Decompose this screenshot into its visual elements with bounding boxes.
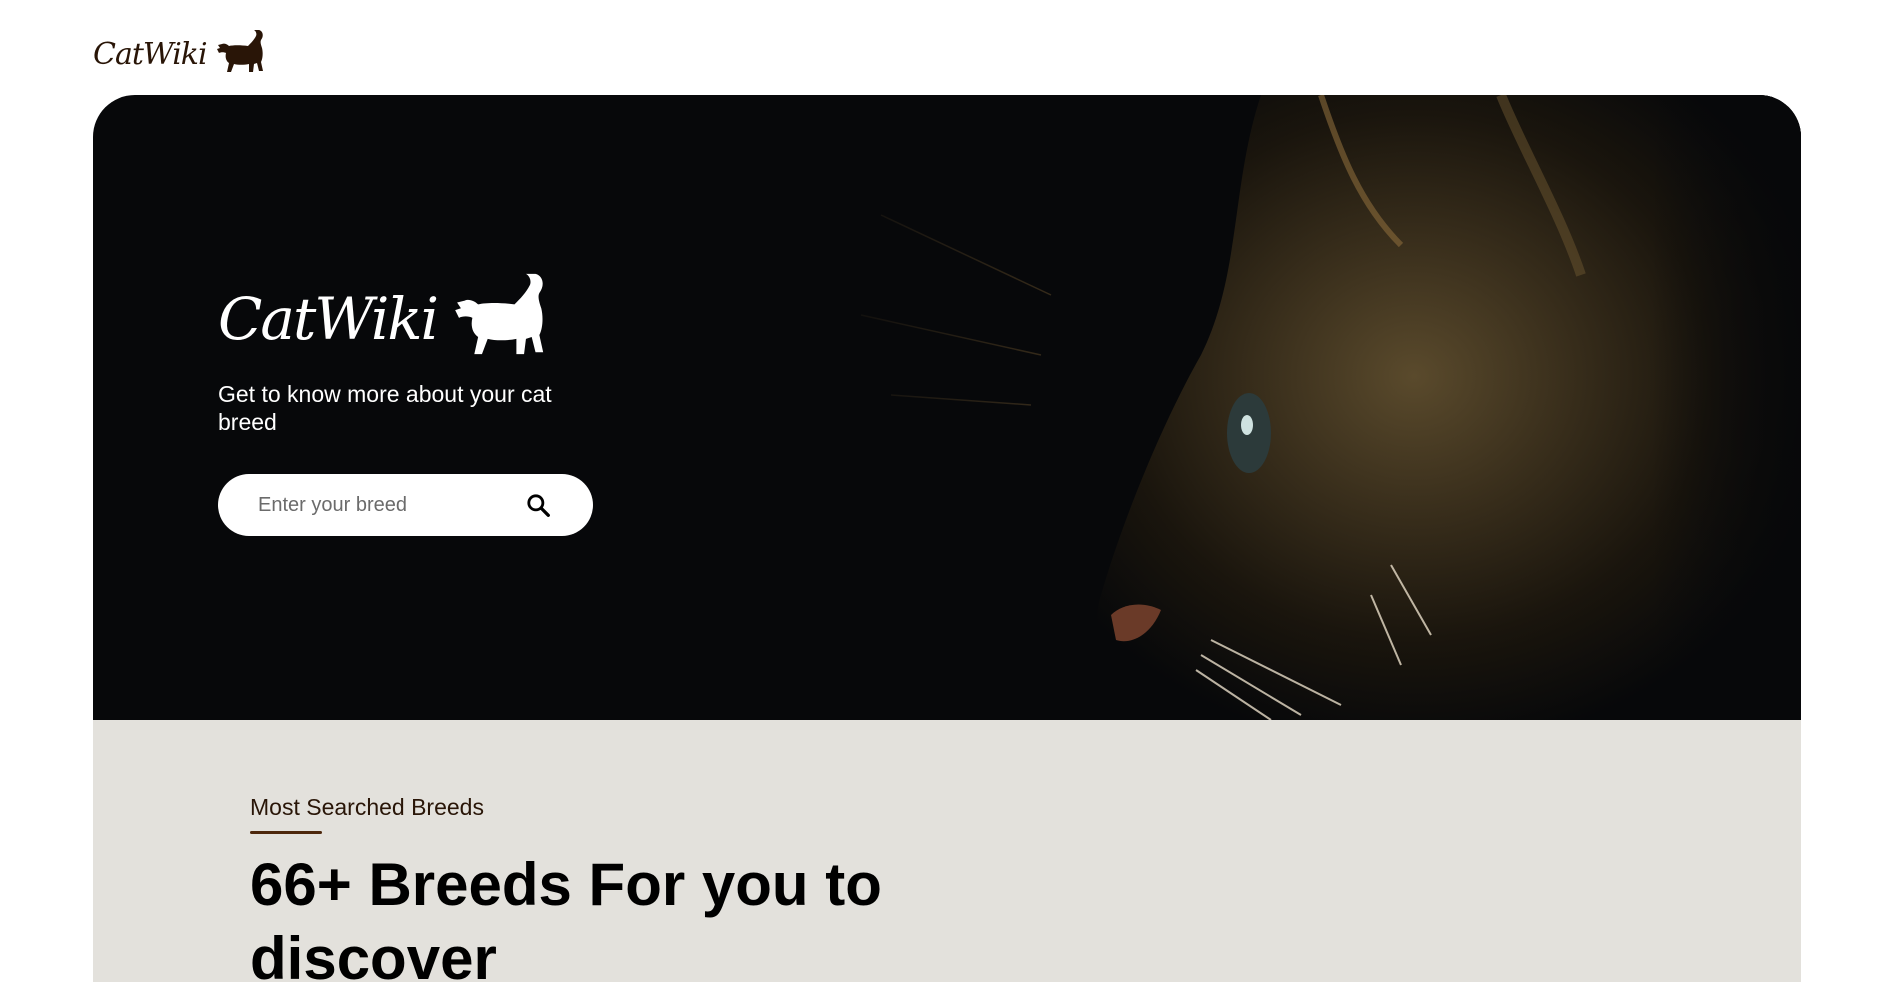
hero-banner: CatWiki Get to know more about your cat … bbox=[93, 95, 1801, 720]
eyebrow-underline bbox=[250, 831, 322, 834]
hero-logo-text: CatWiki bbox=[218, 285, 439, 353]
breed-search-input[interactable] bbox=[258, 493, 523, 517]
most-searched-section: Most Searched Breeds 66+ Breeds For you … bbox=[93, 720, 1801, 982]
top-header: CatWiki bbox=[93, 14, 269, 74]
search-icon bbox=[527, 494, 550, 517]
cat-silhouette-icon bbox=[455, 273, 544, 355]
cat-profile-photo bbox=[801, 95, 1801, 720]
most-searched-header: Most Searched Breeds 66+ Breeds For you … bbox=[250, 794, 890, 982]
hero-logo: CatWiki bbox=[218, 270, 593, 358]
header-logo-text: CatWiki bbox=[93, 37, 208, 72]
breed-search-box bbox=[218, 474, 593, 536]
section-eyebrow: Most Searched Breeds bbox=[250, 794, 484, 820]
header-logo[interactable]: CatWiki bbox=[93, 28, 269, 74]
hero-tagline: Get to know more about your cat breed bbox=[218, 381, 552, 435]
section-headline: 66+ Breeds For you to discover bbox=[250, 851, 882, 982]
hero-content: CatWiki Get to know more about your cat … bbox=[218, 270, 593, 536]
cat-silhouette-icon bbox=[216, 30, 263, 72]
search-button[interactable] bbox=[523, 489, 553, 521]
